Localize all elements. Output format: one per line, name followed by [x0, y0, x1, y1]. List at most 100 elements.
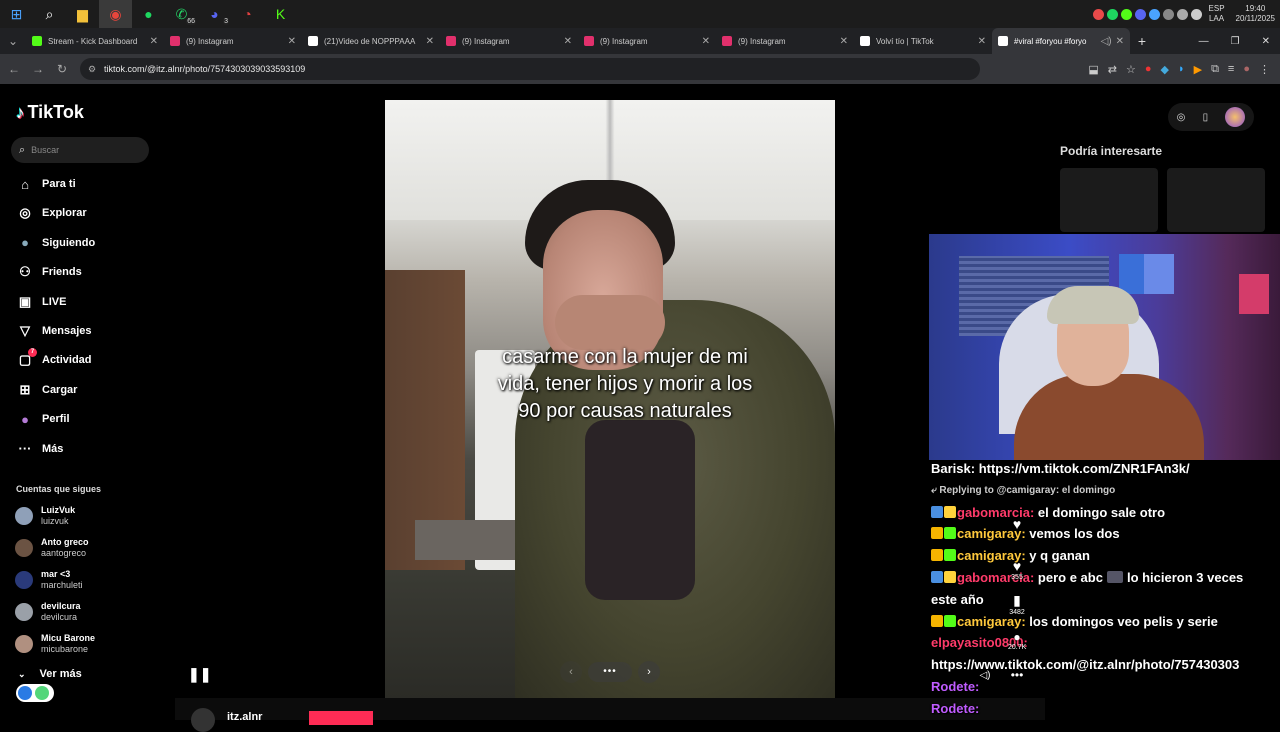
url-text: tiktok.com/@itz.alnr/photo/7574303039033… — [104, 64, 306, 74]
profile-avatar-icon[interactable]: ● — [1243, 63, 1250, 75]
new-tab-button[interactable]: + — [1130, 33, 1154, 49]
following-account[interactable]: Anto greco aantogreco — [15, 534, 155, 562]
author-name[interactable]: itz.alnr — [227, 711, 262, 723]
browser-tab[interactable]: Volví tío | TikTok ✕ — [854, 28, 992, 54]
close-tab-icon[interactable]: ✕ — [150, 36, 158, 47]
sidebar-item-parati[interactable]: ⌂ Para ti — [16, 174, 76, 194]
site-info-icon[interactable]: ⚙ — [88, 64, 96, 75]
device-icon[interactable]: ▯ — [1203, 112, 1209, 123]
tray-app-icon[interactable] — [1092, 8, 1104, 20]
sidebar-item-explorar[interactable]: ◎ Explorar — [16, 203, 86, 223]
extension-icon[interactable]: ▶ — [1194, 63, 1202, 76]
extension-icon[interactable]: ◗ — [1178, 63, 1185, 75]
search-input[interactable]: ⌕ Buscar — [11, 137, 149, 163]
sidebar-item-ms[interactable]: ··· Más — [16, 439, 64, 459]
kick-icon[interactable]: K — [264, 0, 297, 28]
sidebar-item-mensajes[interactable]: ▽ Mensajes — [16, 321, 92, 341]
sidebar-item-live[interactable]: ▣ LIVE — [16, 292, 67, 312]
author-avatar[interactable] — [191, 708, 215, 732]
share-button[interactable]: ● 20.7K — [1008, 630, 1026, 651]
following-account[interactable]: mar <3 marchuleti — [15, 566, 155, 594]
close-tab-icon[interactable]: ✕ — [426, 36, 434, 47]
browser-tab[interactable]: (21)Video de NOPPPAAA ✕ — [302, 28, 440, 54]
address-bar[interactable]: ⚙ tiktok.com/@itz.alnr/photo/75743030390… — [80, 58, 980, 80]
like-count-button[interactable]: ♥ 355 — [1008, 558, 1026, 581]
reload-icon[interactable]: ↻ — [50, 62, 74, 76]
tab-search-icon[interactable]: ⌄ — [0, 34, 26, 48]
see-more-button[interactable]: ⌄ Ver más — [18, 668, 82, 680]
recommendation-thumbnail[interactable] — [1060, 168, 1158, 232]
search-icon[interactable]: ⌕ — [33, 0, 66, 28]
wifi-icon[interactable] — [1162, 8, 1174, 20]
discord-icon[interactable]: ◕ 3 — [198, 0, 231, 28]
kick-tray-icon[interactable] — [1120, 8, 1132, 20]
maximize-icon[interactable]: ❐ — [1231, 36, 1240, 47]
translate-icon[interactable]: ⇄ — [1108, 63, 1117, 76]
bookmark-star-icon[interactable]: ☆ — [1126, 63, 1136, 76]
browser-tab[interactable]: Stream - Kick Dashboard ✕ — [26, 28, 164, 54]
save-button[interactable]: ▮ 3482 — [1008, 592, 1026, 616]
microphone-icon[interactable] — [1176, 8, 1188, 20]
notification-badge: 7 — [28, 348, 37, 358]
follow-button[interactable] — [309, 711, 373, 725]
chrome-icon[interactable]: ◉ — [99, 0, 132, 28]
user-avatar[interactable] — [1225, 107, 1246, 127]
previous-arrow-icon[interactable]: ‹ — [560, 661, 582, 683]
extension-pill[interactable] — [16, 684, 54, 702]
close-tab-icon[interactable]: ✕ — [288, 36, 296, 47]
following-account[interactable]: Micu Barone micubarone — [15, 630, 155, 658]
chat-badge-icon — [931, 505, 943, 518]
browser-tab[interactable]: (9) Instagram ✕ — [578, 28, 716, 54]
sidebar-item-friends[interactable]: ⚇ Friends — [16, 262, 82, 282]
tab-audio-icon[interactable]: ◁) — [1101, 36, 1112, 47]
volume-icon[interactable] — [1190, 8, 1202, 20]
spotify-tray-icon[interactable] — [1106, 8, 1118, 20]
recommendation-thumbnail[interactable] — [1167, 168, 1265, 232]
browser-tab[interactable]: (9) Instagram ✕ — [164, 28, 302, 54]
close-tab-icon[interactable]: ✕ — [564, 36, 572, 47]
save-count: 3482 — [1009, 609, 1025, 616]
compass-icon[interactable]: ◎ — [1177, 112, 1186, 123]
forward-icon[interactable]: → — [26, 62, 50, 76]
install-app-icon[interactable]: ⬓ — [1088, 63, 1098, 76]
volume-icon[interactable]: ◁) — [976, 670, 994, 681]
following-account[interactable]: devilcura devilcura — [15, 598, 155, 626]
next-arrow-icon[interactable]: › — [638, 661, 660, 683]
extensions-puzzle-icon[interactable]: ⧉ — [1211, 63, 1219, 76]
browser-menu-icon[interactable]: ⋮ — [1259, 63, 1270, 76]
browser-tab[interactable]: (9) Instagram ✕ — [716, 28, 854, 54]
clock[interactable]: 19:40 20/11/2025 — [1236, 4, 1275, 24]
windows-start-icon[interactable]: ⊞ — [0, 0, 33, 28]
sidebar-item-siguiendo[interactable]: ● Siguiendo — [16, 233, 95, 253]
like-button[interactable]: ♥ — [1008, 516, 1026, 532]
tiktok-logo[interactable]: ♪ TikTok — [16, 102, 84, 123]
more-actions-button[interactable]: ••• — [1008, 668, 1026, 682]
spotify-icon[interactable]: ● — [132, 0, 165, 28]
obs-icon[interactable]: ◔ — [231, 0, 264, 28]
close-tab-icon[interactable]: ✕ — [978, 36, 986, 47]
following-account[interactable]: LuizVuk luizvuk — [15, 502, 155, 530]
minimize-icon[interactable]: — — [1199, 36, 1209, 47]
sidebar-item-actividad[interactable]: ▢ 7 Actividad — [16, 348, 92, 370]
sidebar-item-label: Friends — [42, 266, 82, 279]
browser-tab[interactable]: #viral #foryou #foryo ◁) ✕ — [992, 28, 1130, 54]
media-control-icon[interactable]: ≡ — [1228, 63, 1234, 75]
close-tab-icon[interactable]: ✕ — [702, 36, 710, 47]
pause-icon[interactable]: ❚❚ — [188, 666, 211, 683]
browser-tab[interactable]: (9) Instagram ✕ — [440, 28, 578, 54]
discord-tray-icon[interactable] — [1134, 8, 1146, 20]
sidebar-item-cargar[interactable]: ⊞ Cargar — [16, 380, 78, 400]
file-explorer-icon[interactable]: ▆ — [66, 0, 99, 28]
photo-post-viewer[interactable]: casarme con la mujer de mi vida, tener h… — [385, 100, 835, 698]
back-icon[interactable]: ← — [2, 62, 26, 76]
tab-title: (9) Instagram — [738, 36, 786, 46]
close-window-icon[interactable]: ✕ — [1262, 36, 1270, 47]
language-indicator[interactable]: ESP LAA — [1209, 4, 1225, 24]
whatsapp-icon[interactable]: ✆ 66 — [165, 0, 198, 28]
extension-icon[interactable]: ● — [1145, 63, 1152, 75]
close-tab-icon[interactable]: ✕ — [840, 36, 848, 47]
close-tab-icon[interactable]: ✕ — [1116, 36, 1124, 47]
extension-icon[interactable]: ◆ — [1160, 63, 1168, 76]
bluetooth-icon[interactable] — [1148, 8, 1160, 20]
sidebar-item-perfil[interactable]: ● Perfil — [16, 409, 69, 429]
